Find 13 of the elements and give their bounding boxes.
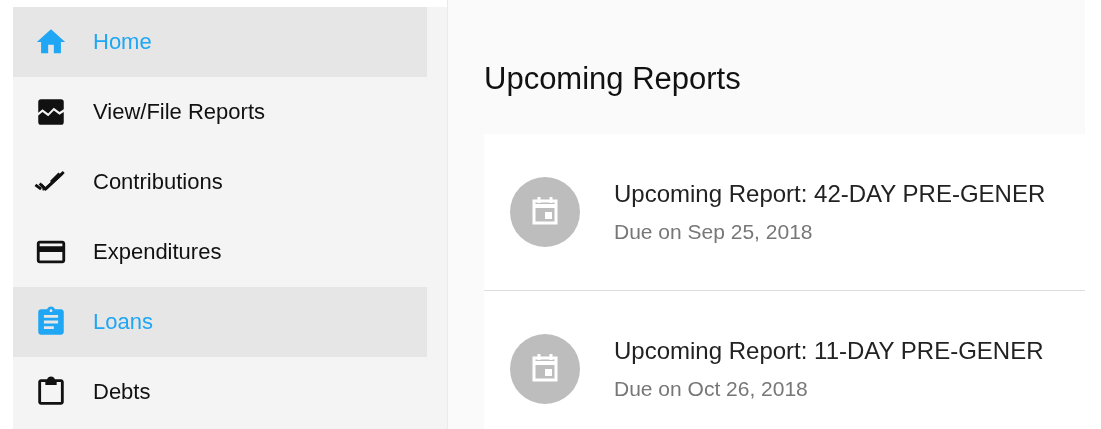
calendar-icon [510, 334, 580, 404]
calendar-icon [510, 177, 580, 247]
report-item[interactable]: Upcoming Report: 42-DAY PRE-GENER Due on Sep 25, 2018 [484, 134, 1085, 291]
sidebar-item[interactable]: Expenditures [13, 217, 427, 287]
report-title: Upcoming Report: 42-DAY PRE-GENER [614, 180, 1046, 208]
sidebar-item[interactable]: View/File Reports [13, 77, 427, 147]
due-date: Due on Sep 25, 2018 [614, 220, 814, 244]
sidebar-item[interactable]: Contributions [13, 147, 427, 217]
page-title: Upcoming Reports [484, 61, 742, 97]
due-date: Due on Oct 26, 2018 [614, 377, 809, 401]
report-item[interactable]: Upcoming Report: 11-DAY PRE-GENER Due on Oct 26, 2018 [484, 291, 1085, 429]
report-title: Upcoming Report: 11-DAY PRE-GENER [614, 337, 1044, 365]
sidebar-item[interactable]: Debts [13, 357, 427, 427]
